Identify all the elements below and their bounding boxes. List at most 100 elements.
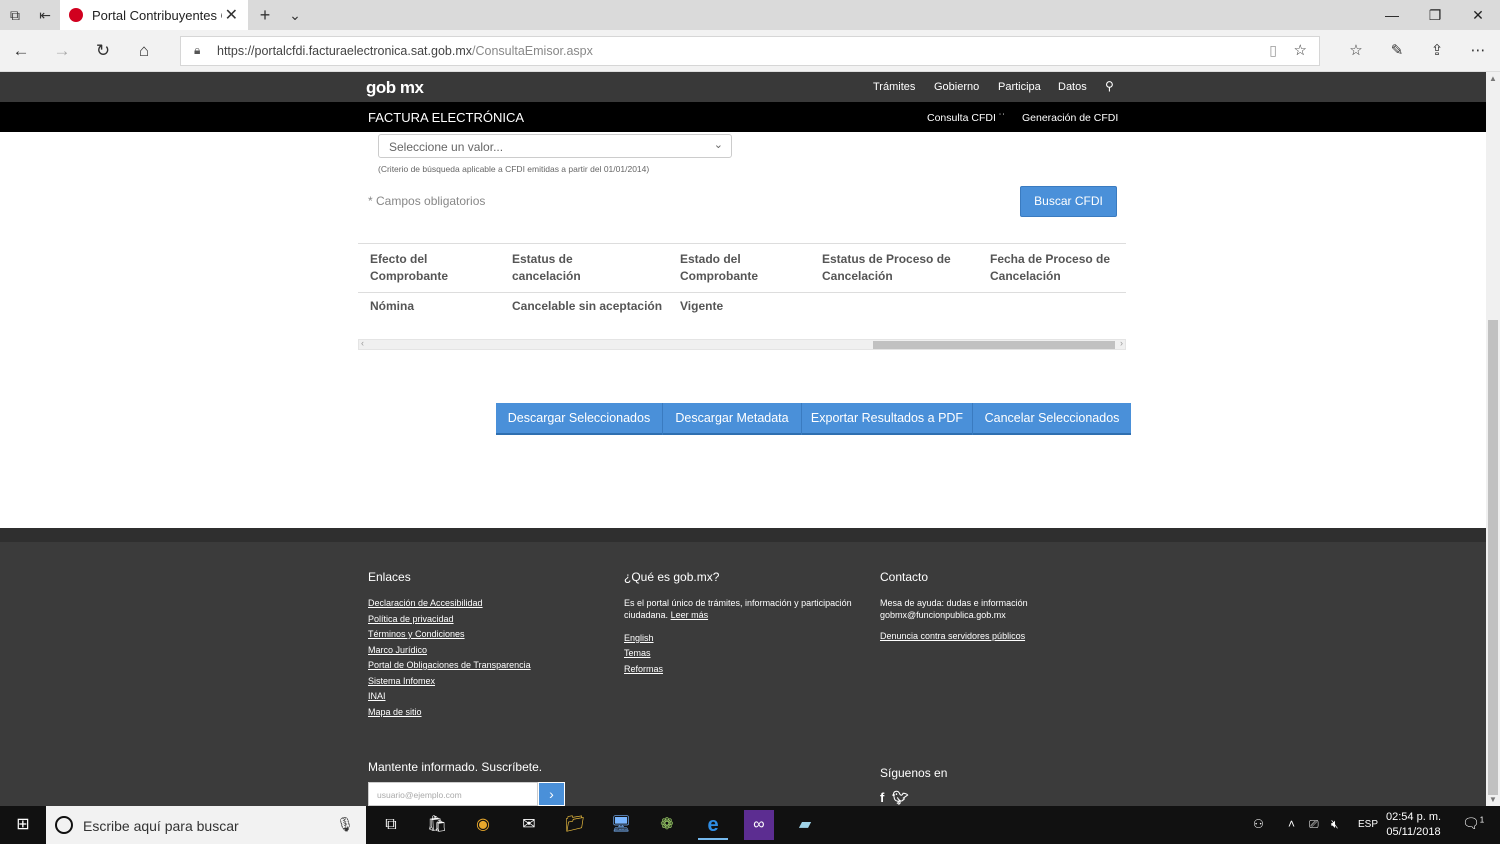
- people-icon[interactable]: ⚇: [1253, 817, 1264, 831]
- browser-tab[interactable]: Portal Contribuyentes C ✕: [60, 0, 248, 30]
- twitter-icon[interactable]: 🐦︎: [892, 790, 909, 805]
- taskbar-search[interactable]: Escribe aquí para buscar 🎙︎: [46, 806, 366, 844]
- task-view-icon[interactable]: ⧉: [376, 810, 406, 840]
- lock-icon: 🔒︎: [194, 43, 201, 57]
- microphone-icon[interactable]: 🎙︎: [336, 816, 354, 833]
- link-temas[interactable]: Temas: [624, 648, 651, 658]
- footer: Enlaces Declaración de Accesibilidad Pol…: [0, 528, 1486, 806]
- restore-icon[interactable]: ❐: [1423, 4, 1447, 26]
- favorites-hub-icon[interactable]: ☆: [1345, 40, 1367, 62]
- link-mapa-sitio[interactable]: Mapa de sitio: [368, 707, 422, 717]
- link-denuncia[interactable]: Denuncia contra servidores públicos: [880, 631, 1025, 641]
- subscribe-title: Mantente informado. Suscríbete.: [368, 760, 543, 774]
- edge-icon[interactable]: e: [698, 810, 728, 840]
- link-english[interactable]: English: [624, 633, 654, 643]
- link-privacidad[interactable]: Política de privacidad: [368, 614, 454, 624]
- facebook-icon[interactable]: f: [880, 790, 884, 805]
- volume-muted-icon[interactable]: 🔇︎: [1331, 817, 1339, 832]
- link-inai[interactable]: INAI: [368, 691, 386, 701]
- estado-select[interactable]: Seleccione un valor... ⌄: [378, 134, 732, 158]
- nav-consulta-cfdi[interactable]: Consulta CFDI ˙˙: [927, 112, 1006, 124]
- refresh-icon[interactable]: ↻: [92, 40, 114, 62]
- share-icon[interactable]: ⇪: [1426, 40, 1448, 62]
- gob-logo[interactable]: gob mx: [366, 78, 424, 98]
- page-scroll-thumb[interactable]: [1488, 320, 1498, 795]
- header-estado: Estado del Comprobante: [680, 252, 758, 283]
- que-es-text: Es el portal único de trámites, informac…: [624, 598, 852, 620]
- forward-arrow-icon[interactable]: →: [51, 40, 73, 62]
- nav-datos[interactable]: Datos: [1058, 81, 1087, 93]
- reading-view-icon[interactable]: ▯: [1269, 42, 1277, 59]
- network-icon[interactable]: ⎚: [1309, 817, 1319, 832]
- scroll-down-icon[interactable]: ▼: [1489, 795, 1497, 804]
- chevron-down-icon: ⌄: [713, 139, 723, 151]
- close-window-icon[interactable]: ✕: [1466, 4, 1490, 26]
- header-estatus-proceso: Estatus de Proceso de Cancelación: [822, 252, 951, 283]
- section-title[interactable]: FACTURA ELECTRÓNICA: [368, 110, 524, 125]
- back-arrow-icon[interactable]: ←: [10, 40, 32, 62]
- cortana-icon: [55, 816, 73, 834]
- buscar-cfdi-button[interactable]: Buscar CFDI: [1020, 186, 1117, 217]
- mail-icon[interactable]: ✉: [514, 810, 544, 840]
- criterio-note: (Criterio de búsqueda aplicable a CFDI e…: [378, 164, 650, 174]
- favorite-star-icon[interactable]: ☆: [1294, 41, 1307, 59]
- language-indicator[interactable]: ESP: [1358, 819, 1378, 830]
- table-horizontal-scrollbar[interactable]: ‹ ›: [358, 338, 1126, 350]
- home-icon[interactable]: ⌂: [133, 40, 155, 62]
- nav-tramites[interactable]: Trámites: [873, 81, 915, 93]
- visual-studio-icon[interactable]: ∞: [744, 810, 774, 840]
- notifications-icon[interactable]: 🗨︎1: [1462, 815, 1484, 832]
- tab-preview-chevron-down-icon[interactable]: ⌄: [285, 5, 305, 25]
- exportar-pdf-button[interactable]: Exportar Resultados a PDF: [802, 403, 972, 433]
- contacto-text: Mesa de ayuda: dudas e información gobmx@…: [880, 598, 1028, 620]
- close-tab-icon[interactable]: ✕: [225, 5, 238, 25]
- gob-header: gob mx Trámites Gobierno Participa Datos…: [0, 72, 1486, 102]
- descargar-metadata-button[interactable]: Descargar Metadata: [663, 403, 801, 433]
- tab-bar: ⧉ ⇤ Portal Contribuyentes C ✕ + ⌄ — ❐ ✕: [0, 0, 1500, 30]
- scroll-up-icon[interactable]: ▲: [1489, 74, 1497, 83]
- app-icon[interactable]: ❁: [652, 810, 682, 840]
- chrome-icon[interactable]: ◉: [468, 810, 498, 840]
- nav-generacion-cfdi[interactable]: Generación de CFDI: [1022, 112, 1118, 124]
- link-reformas[interactable]: Reformas: [624, 664, 663, 674]
- minimize-icon[interactable]: —: [1380, 4, 1404, 26]
- scroll-right-icon[interactable]: ›: [1120, 338, 1123, 348]
- enlaces-title: Enlaces: [368, 570, 411, 584]
- descargar-seleccionados-button[interactable]: Descargar Seleccionados: [496, 403, 662, 433]
- required-note: * Campos obligatorios: [368, 194, 486, 208]
- url-text: https://portalcfdi.facturaelectronica.sa…: [217, 44, 593, 58]
- link-marco-juridico[interactable]: Marco Jurídico: [368, 645, 427, 655]
- leer-mas-link[interactable]: Leer más: [671, 610, 709, 620]
- social-links: f 🐦︎: [880, 790, 908, 806]
- subscribe-email-input[interactable]: usuario@ejemplo.com: [368, 782, 538, 806]
- store-icon[interactable]: 🛍︎: [422, 810, 452, 840]
- cell-estatus-cancelacion: Cancelable sin aceptación: [512, 299, 663, 313]
- new-tab-icon[interactable]: +: [255, 5, 275, 25]
- cell-efecto: Nómina: [370, 299, 415, 313]
- nav-gobierno[interactable]: Gobierno: [934, 81, 979, 93]
- more-options-icon[interactable]: ⋯: [1467, 40, 1489, 62]
- nav-participa[interactable]: Participa: [998, 81, 1041, 93]
- web-note-pen-icon[interactable]: ✎: [1386, 40, 1408, 62]
- link-terminos[interactable]: Términos y Condiciones: [368, 629, 465, 639]
- windows-start-icon[interactable]: ⊞: [0, 806, 46, 844]
- remote-desktop-icon[interactable]: 🖥︎: [606, 810, 636, 840]
- header-efecto: Efecto del Comprobante: [370, 252, 448, 283]
- tray-chevron-up-icon[interactable]: ˄: [1288, 817, 1295, 831]
- set-aside-tabs-icon[interactable]: ⇤: [35, 5, 55, 25]
- clock[interactable]: 02:54 p. m. 05/11/2018: [1386, 810, 1441, 840]
- scroll-thumb[interactable]: [873, 341, 1115, 349]
- search-placeholder: Escribe aquí para buscar: [83, 818, 239, 834]
- subscribe-submit-button[interactable]: ›: [538, 782, 565, 806]
- search-icon[interactable]: ⚲: [1105, 79, 1114, 93]
- scroll-left-icon[interactable]: ‹: [361, 338, 364, 348]
- link-infomex[interactable]: Sistema Infomex: [368, 676, 435, 686]
- cancelar-seleccionados-button[interactable]: Cancelar Seleccionados: [973, 403, 1131, 433]
- file-explorer-icon[interactable]: 📁︎: [560, 810, 590, 840]
- url-field[interactable]: 🔒︎ https://portalcfdi.facturaelectronica…: [180, 36, 1320, 66]
- notes-app-icon[interactable]: ▰: [790, 810, 820, 840]
- page-vertical-scrollbar[interactable]: ▲ ▼: [1486, 72, 1500, 806]
- link-transparencia[interactable]: Portal de Obligaciones de Transparencia: [368, 660, 531, 670]
- link-accesibilidad[interactable]: Declaración de Accesibilidad: [368, 598, 483, 608]
- tab-actions-icon[interactable]: ⧉: [5, 5, 25, 25]
